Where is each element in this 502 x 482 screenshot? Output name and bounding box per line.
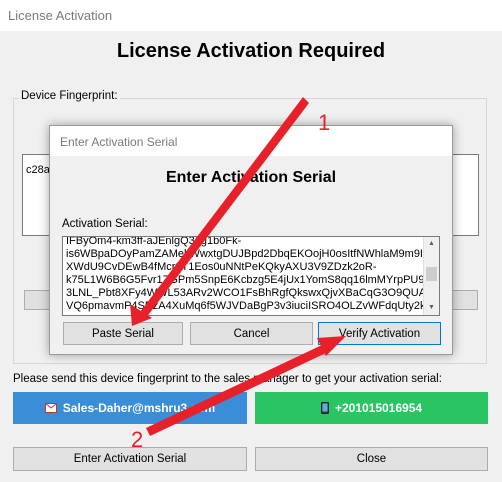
instruction-text: Please send this device fingerprint to t… [13,373,442,385]
fingerprint-label: Device Fingerprint: [19,90,120,102]
dialog-title: Enter Activation Serial [60,135,178,149]
phone-icon [320,402,329,414]
window-titlebar: License Activation [0,0,502,31]
cancel-button[interactable]: Cancel [190,322,313,345]
scroll-thumb[interactable] [426,267,437,281]
scroll-up-icon[interactable]: ▲ [424,237,439,251]
serial-textarea[interactable]: IFByOm4-km3ff-aJEnlgQ31g1b0Fk-is6WBpaDOy… [62,236,440,316]
serial-scrollbar[interactable]: ▲ ▼ [423,237,439,315]
fingerprint-value: c28a [26,164,50,176]
serial-text: IFByOm4-km3ff-aJEnlgQ31g1b0Fk-is6WBpaDOy… [66,236,440,313]
serial-line: XWdU9CvDEwB4fMcr0T1Eos0uNNtPeKQkyAXU3V9Z… [66,261,377,273]
step-2-number: 2 [131,427,144,452]
window-title: License Activation [8,8,113,23]
paste-serial-button[interactable]: Paste Serial [63,322,183,345]
scroll-down-icon[interactable]: ▼ [424,301,439,315]
enter-serial-button[interactable]: Enter Activation Serial [13,447,247,471]
envelope-icon [44,403,57,413]
verify-activation-button[interactable]: Verify Activation [318,322,441,345]
page-title: License Activation Required [116,40,386,62]
dialog-heading: Enter Activation Serial [165,169,337,186]
serial-line: IFByOm4-km3ff-aJEnlgQ31g1b0Fk- [66,236,242,247]
serial-dialog: Enter Activation Serial Enter Activation… [49,125,453,355]
serial-line: VQ6pmavmP4SRzA4XuMq6f5WJVDaBgP3v3iuciISR… [66,300,435,312]
email-button[interactable]: Sales-Daher@mshru3.com [13,392,247,424]
close-button[interactable]: Close [255,447,488,471]
email-label: Sales-Daher@mshru3.com [62,401,216,415]
dialog-titlebar: Enter Activation Serial [50,126,452,156]
serial-label: Activation Serial: [62,218,148,230]
serial-line: is6WBpaDOyPamZAMekWwxtgDUJBpd2DbqEKOojH0… [66,248,436,260]
phone-label: +201015016954 [334,401,423,415]
step-1-number: 1 [318,110,331,135]
phone-button[interactable]: +201015016954 [255,392,488,424]
refresh-fingerprint-button[interactable] [452,290,478,310]
serial-line: 3LNL_Pbt8XFy4WWL53ARv2WCO1FsBhRgfQkswxQj… [66,287,432,299]
serial-line: k75L1W6B6G5Fvr1ZGPm5SnpE6Kcbzg5E4jUx1Yom… [66,274,440,286]
